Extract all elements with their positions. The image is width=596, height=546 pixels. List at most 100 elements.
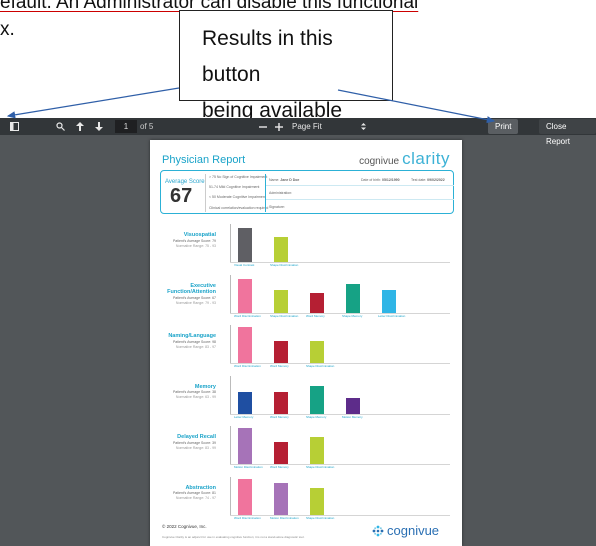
section-label: Abstraction Patient's Average Score: 81 No…	[156, 485, 216, 502]
chart-bar-label: Shape Memory	[306, 414, 327, 419]
chart-bar	[310, 385, 324, 414]
section-label: Executive Function/Attention Patient's Av…	[156, 283, 216, 306]
chart-bar-label: Shape Discrimination	[306, 465, 335, 469]
chart-bar	[310, 341, 324, 363]
page-number-input[interactable]: 1	[115, 120, 137, 133]
chart-axis	[230, 426, 231, 464]
section-range: Normative Range: 83 - 99	[175, 445, 216, 450]
section-label: Memory Patient's Average Score: 38 Normati…	[156, 384, 216, 401]
chart-bar-label: Word Discrimination	[234, 364, 261, 368]
chart-bar-label: Shape Discrimination	[306, 515, 335, 520]
plus-icon[interactable]	[275, 120, 283, 133]
chart-bar-label: Word Discrimination	[234, 313, 261, 318]
chart-baseline	[230, 514, 450, 516]
section-label: Naming/Language Patient's Average Score: …	[156, 333, 216, 350]
brand-logo: cognivue clarity	[359, 149, 450, 169]
close-report-button[interactable]: Close Report	[539, 119, 596, 146]
chart-baseline	[230, 464, 450, 465]
section-range: Normative Range: 83 - 97	[175, 344, 216, 349]
cognivue-logo-icon	[372, 525, 384, 536]
section-range: Normative Range: 74 - 97	[175, 496, 216, 500]
arrow-down-icon[interactable]	[95, 120, 103, 133]
chart-bar-label: Word Discrimination	[234, 515, 261, 520]
section-title: Executive Function/Attention	[167, 282, 216, 296]
chart-bar-label: Word Memory	[306, 313, 325, 318]
pdf-viewer: 1 of 5 Page Fit Print Close Report Physi…	[0, 118, 596, 546]
chart-bar-label: Shape Memory	[342, 313, 363, 318]
chart-axis	[230, 274, 231, 313]
chart-bar	[238, 391, 252, 414]
chart-bar-label: Shape Discrimination	[306, 364, 335, 368]
footer-copyright: © 2022 Cognivue, Inc.	[162, 524, 207, 529]
page-count: of 5	[140, 122, 154, 131]
zoom-label: Page Fit	[292, 122, 322, 131]
chart-bar	[310, 437, 324, 464]
chart-baseline	[230, 262, 450, 263]
chart-bar	[274, 237, 288, 262]
chart-bar-label: Shape Discrimination	[270, 313, 299, 318]
chart-baseline	[230, 413, 450, 415]
footer-brand: cognivue	[387, 523, 440, 538]
chart-bar-label: Letter Memory	[234, 414, 254, 419]
section-label: Visuospatial Patient's Average Score: 79 N…	[156, 232, 216, 249]
chart-bar-label: Motion Memory	[342, 414, 363, 419]
chart-bar	[346, 397, 360, 414]
legend-item: 51-74 Mild Cognitive Impairment	[209, 185, 260, 189]
footer-logo: cognivue	[372, 523, 439, 538]
chart-bar-label: Word Memory	[270, 465, 289, 469]
section-range: Normative Range: 63 - 99	[175, 395, 216, 399]
dob-field: Date of birth: 05/12/1990	[361, 178, 400, 182]
name-field: Name: Jane D Doe	[269, 178, 300, 182]
section-range: Normative Range: 79 - 93	[175, 300, 216, 305]
chart-bar	[382, 289, 396, 313]
chart-bar	[238, 228, 252, 262]
callout-line-1: Results in this button	[202, 27, 333, 86]
administration-field: Administration:	[269, 191, 293, 195]
chart-axis	[230, 224, 231, 262]
test-date-field: Test date: 09/02/2022	[411, 178, 445, 182]
dropdown-icon[interactable]	[361, 120, 366, 133]
chart-bar	[310, 487, 324, 515]
chart-bar	[238, 478, 252, 515]
section-label: Delayed Recall Patient's Average Score: 3…	[156, 434, 216, 451]
legend-note: Clinical correlation/evaluation required	[209, 206, 269, 210]
chart-bar	[274, 289, 288, 313]
callout-box: Results in this button being available	[179, 10, 393, 122]
chart-axis	[230, 476, 231, 515]
chart-axis	[230, 375, 231, 414]
chart-bar-label: Motion Discrimination	[270, 515, 299, 520]
chart-bar-label: Letter Discrimination	[378, 313, 406, 318]
chart-bar	[238, 428, 252, 464]
chart-baseline	[230, 312, 450, 314]
signature-field: Signature:	[269, 205, 285, 209]
chart-bar	[310, 292, 324, 313]
chart-bar-label: Visual Contrast	[234, 263, 255, 267]
arrow-to-toolbar	[6, 87, 180, 119]
average-score-value: 67	[170, 185, 193, 207]
chart-bar	[274, 391, 288, 414]
chart-bar	[274, 442, 288, 464]
search-icon[interactable]	[56, 120, 65, 133]
score-summary-box: Average Score 67 > 75 No Sign of Cogniti…	[160, 170, 454, 214]
arrow-up-icon[interactable]	[76, 120, 84, 133]
chart-bar	[238, 327, 252, 363]
brand-prefix: cognivue	[359, 156, 400, 167]
sidebar-icon[interactable]	[10, 120, 19, 133]
report-page: Physician Report cognivue clarity Averag…	[150, 140, 462, 546]
chart-bar	[274, 482, 288, 515]
brand-name: clarity	[402, 149, 450, 168]
chart-bar-label: Motion Discrimination	[234, 465, 263, 469]
chart-bar-label: Word Memory	[270, 414, 289, 419]
chart-bar	[274, 341, 288, 363]
section-range: Normative Range: 75 - 93	[175, 243, 216, 248]
chart-bar	[238, 278, 252, 313]
zoom-select[interactable]: Page Fit	[292, 120, 322, 133]
document-text-line-2: x.	[0, 19, 15, 40]
legend-item: > 75 No Sign of Cognitive Impairment	[209, 175, 268, 179]
report-title: Physician Report	[162, 154, 246, 166]
chart-bar-label: Word Memory	[270, 364, 289, 368]
legend-item: < 50 Moderate Cognitive Impairment	[209, 195, 266, 199]
minus-icon[interactable]	[259, 120, 267, 133]
chart-baseline	[230, 363, 450, 364]
print-button[interactable]: Print	[488, 119, 519, 134]
